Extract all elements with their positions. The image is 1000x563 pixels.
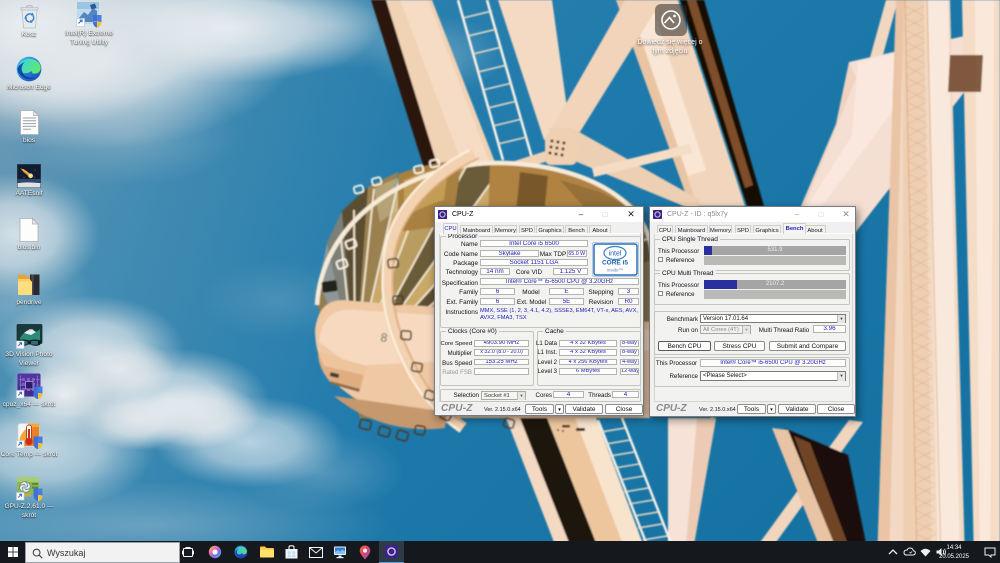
svg-text:inside™: inside™	[607, 268, 623, 273]
svg-text:CORE i5: CORE i5	[602, 260, 628, 267]
svg-text:intel: intel	[609, 251, 622, 258]
